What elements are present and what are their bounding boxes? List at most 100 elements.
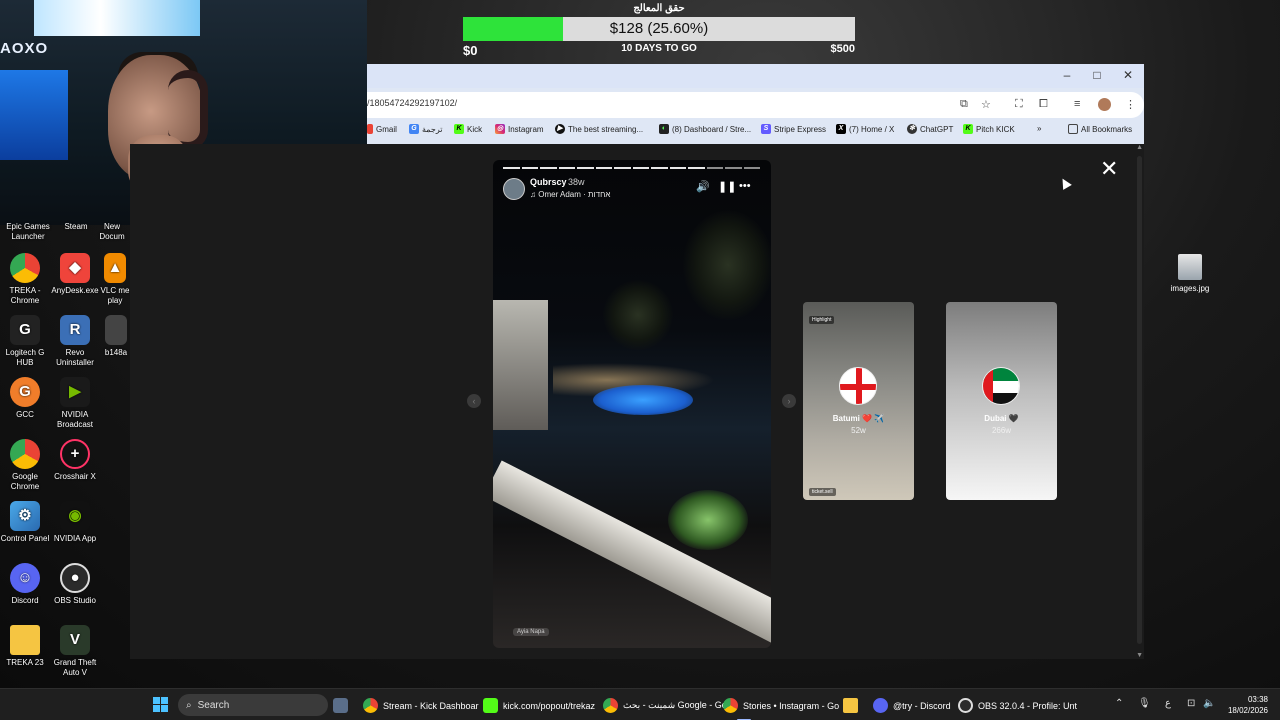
desktop-icon-treka-23[interactable]: TREKA 23 <box>0 625 53 668</box>
active-story[interactable]: Qubrscy 38w ♫ Omer Adam · אחדות 🔊 ❚❚ •••… <box>493 160 771 648</box>
desktop-icon-vlc[interactable]: ▲ VLC me play <box>98 253 132 306</box>
desktop-icon-label: New Docum <box>99 222 125 241</box>
extensions-icon[interactable]: ⧠ <box>1039 98 1048 111</box>
desktop-icon-gta-v[interactable]: V Grand Theft Auto V <box>47 625 103 678</box>
taskbar-file-explorer[interactable] <box>843 698 858 713</box>
taskbar-item-discord[interactable]: @try - Discord <box>873 698 951 713</box>
desktop-icon-label: Revo Uninstaller <box>56 348 94 367</box>
bookmark-all[interactable]: All Bookmarks <box>1068 124 1132 134</box>
story-scene-railing <box>493 460 771 648</box>
minimize-button[interactable]: – <box>1057 68 1077 82</box>
network-icon[interactable]: ⊡ <box>1187 698 1195 709</box>
previous-story-arrow-icon[interactable]: ‹ <box>467 394 481 408</box>
bookmark-x[interactable]: X (7) Home / X <box>836 124 894 134</box>
taskbar-item-label: Stream - Kick Dashboar <box>383 700 479 711</box>
bookmark-translate[interactable]: G ترجمة <box>409 124 443 134</box>
scroll-down-arrow-icon[interactable]: ▼ <box>1136 652 1143 659</box>
media-controls-icon[interactable]: ≡ <box>1074 98 1080 110</box>
menu-kebab-icon[interactable]: ⋮ <box>1125 98 1136 111</box>
desktop-icon-label: b148a <box>104 348 128 357</box>
story-avatar[interactable] <box>503 178 525 200</box>
desktop-icon-nvidia-app[interactable]: ◉ NVIDIA App <box>47 501 103 544</box>
address-bar[interactable]: /18054724292197102/ ⧉ ☆ ⛶ ⧠ ≡ ⋮ <box>367 92 1144 118</box>
bookmark-label: All Bookmarks <box>1081 124 1133 134</box>
start-button[interactable] <box>153 697 168 712</box>
preview-title: Dubai 🖤 <box>984 414 1019 423</box>
desktop-icon-nvidia-broadcast[interactable]: ▶ NVIDIA Broadcast <box>47 377 103 430</box>
taskbar-search[interactable]: ⌕ Search <box>178 694 328 716</box>
desktop-icon-label: Crosshair X <box>54 472 96 481</box>
preview-age: 52w <box>851 426 866 435</box>
desktop-icon-discord[interactable]: ☺ Discord <box>0 563 53 606</box>
bookmark-stripe[interactable]: S Stripe Express <box>761 124 826 134</box>
close-window-button[interactable]: ✕ <box>1118 68 1138 82</box>
tray-overflow-icon[interactable]: ⌃ <box>1115 698 1123 709</box>
desktop-icon-control-panel[interactable]: ⚙ Control Panel <box>0 501 53 544</box>
story-progress-segment <box>706 167 723 169</box>
story-location-tag[interactable]: Ayia Napa <box>513 628 549 636</box>
desktop-icon-logitech[interactable]: G Logitech G HUB <box>0 315 53 368</box>
bookmark-streaming[interactable]: ▶ The best streaming... <box>555 124 643 134</box>
bookmark-gmail[interactable]: Gmail <box>367 124 397 134</box>
desktop-icon-gcc[interactable]: G GCC <box>0 377 53 420</box>
close-story-icon[interactable]: ✕ <box>1100 156 1118 182</box>
desktop-icon-b148a[interactable]: b148a <box>100 315 132 358</box>
story-username[interactable]: Qubrscy <box>530 177 567 187</box>
pause-icon[interactable]: ❚❚ <box>718 180 736 193</box>
mute-icon[interactable]: 🔊 <box>696 180 710 193</box>
volume-icon[interactable]: 🔈 <box>1203 698 1215 709</box>
bookmark-instagram[interactable]: ◎ Instagram <box>495 124 544 134</box>
desktop-icon-treka-chrome[interactable]: TREKA - Chrome <box>0 253 53 306</box>
taskbar-item-kick-dashboard[interactable]: Stream - Kick Dashboar <box>363 698 479 713</box>
image-file-icon <box>1178 254 1202 280</box>
story-progress-segment <box>632 167 649 169</box>
language-indicator[interactable]: ع <box>1165 698 1171 709</box>
desktop-icon-revo[interactable]: R Revo Uninstaller <box>47 315 103 368</box>
anydesk-icon: ◆ <box>60 253 90 283</box>
story-viewer: ▲ ▼ ✕ ‹ › Qubrscy 38w ♫ Omer Adam · אחדו… <box>130 144 1144 659</box>
taskbar-widget[interactable] <box>333 698 348 713</box>
bookmark-label: Pitch KICK <box>976 124 1015 134</box>
bookmark-kick[interactable]: K Kick <box>454 124 482 134</box>
bookmark-dashboard[interactable]: ◐ (8) Dashboard / Stre... <box>659 124 751 134</box>
bookmark-pitch-kick[interactable]: K Pitch KICK <box>963 124 1015 134</box>
desktop-file-label: images.jpg <box>1170 284 1210 293</box>
bookmark-label: ChatGPT <box>920 124 954 134</box>
scrollbar-thumb[interactable] <box>1137 156 1142 644</box>
profile-avatar-icon[interactable] <box>1098 98 1111 111</box>
desktop-icon-google-chrome[interactable]: Google Chrome <box>0 439 53 492</box>
desktop-icon-label: Steam <box>64 222 88 231</box>
bookmark-chatgpt[interactable]: ✻ ChatGPT <box>907 124 953 134</box>
dashboard-icon: ◐ <box>659 124 669 134</box>
next-story-arrow-icon[interactable]: › <box>782 394 796 408</box>
streaming-icon: ▶ <box>555 124 565 134</box>
taskbar-item-google-search[interactable]: شمينت - بحث Google - Go <box>603 698 727 713</box>
folder-icon <box>1068 124 1078 134</box>
desktop-icon-obs[interactable]: ● OBS Studio <box>47 563 103 606</box>
desktop-icon-anydesk[interactable]: ◆ AnyDesk.exe <box>47 253 103 296</box>
install-app-icon[interactable]: ⧉ <box>960 98 968 111</box>
taskbar-item-kick-popout[interactable]: kick.com/popout/trekaz <box>483 698 595 713</box>
story-preview-batumi[interactable]: Highlight Batumi ❤️ ✈️ 52w ticket.sell <box>803 302 914 500</box>
desktop-icon-crosshair-x[interactable]: + Crosshair X <box>47 439 103 482</box>
obs-icon <box>958 698 973 713</box>
scrollbar[interactable]: ▲ ▼ <box>1134 144 1144 659</box>
taskbar-item-label: Stories • Instagram - Go <box>743 700 840 711</box>
story-music[interactable]: ♫ Omer Adam · אחדות <box>530 190 610 199</box>
microphone-icon[interactable]: 🎙 <box>1138 698 1151 709</box>
story-preview-dubai[interactable]: Dubai 🖤 266w <box>946 302 1057 500</box>
scroll-up-arrow-icon[interactable]: ▲ <box>1136 144 1143 151</box>
desktop-file-images[interactable]: images.jpg <box>1170 254 1210 293</box>
taskbar-item-obs[interactable]: OBS 32.0.4 - Profile: Unt <box>958 698 1077 713</box>
logitech-icon: G <box>10 315 40 345</box>
taskbar-clock[interactable]: 03:38 18/02/2026 <box>1228 694 1268 716</box>
story-progress-segment <box>558 167 575 169</box>
story-progress-segment <box>743 167 760 169</box>
screenshot-icon[interactable]: ⛶ <box>1015 98 1023 111</box>
taskbar-item-instagram-stories[interactable]: Stories • Instagram - Go <box>723 698 840 720</box>
more-bookmarks-button[interactable]: » <box>1037 124 1041 133</box>
bookmark-star-icon[interactable]: ☆ <box>981 98 991 111</box>
more-options-icon[interactable]: ••• <box>739 180 751 192</box>
desktop-icon-new-document[interactable]: New Docum <box>92 222 132 242</box>
maximize-button[interactable]: □ <box>1087 68 1107 82</box>
